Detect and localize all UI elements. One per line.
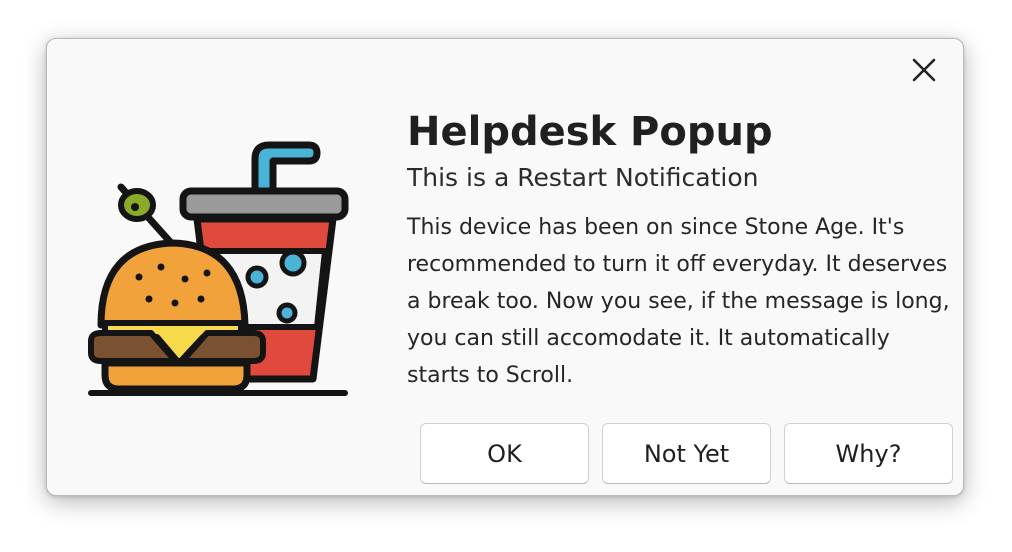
burger-and-soda-icon bbox=[88, 141, 349, 396]
ok-button[interactable]: OK bbox=[420, 423, 589, 484]
helpdesk-popup-dialog: Helpdesk Popup This is a Restart Notific… bbox=[46, 38, 964, 496]
dialog-subtitle: This is a Restart Notification bbox=[407, 163, 759, 192]
button-row: OK Not Yet Why? bbox=[420, 423, 953, 484]
why-button[interactable]: Why? bbox=[784, 423, 953, 484]
dialog-title: Helpdesk Popup bbox=[407, 109, 773, 155]
close-icon bbox=[912, 58, 936, 82]
not-yet-button[interactable]: Not Yet bbox=[602, 423, 771, 484]
dialog-message: This device has been on since Stone Age.… bbox=[407, 215, 950, 388]
close-button[interactable] bbox=[907, 55, 941, 85]
dialog-content: Helpdesk Popup This is a Restart Notific… bbox=[407, 105, 950, 394]
